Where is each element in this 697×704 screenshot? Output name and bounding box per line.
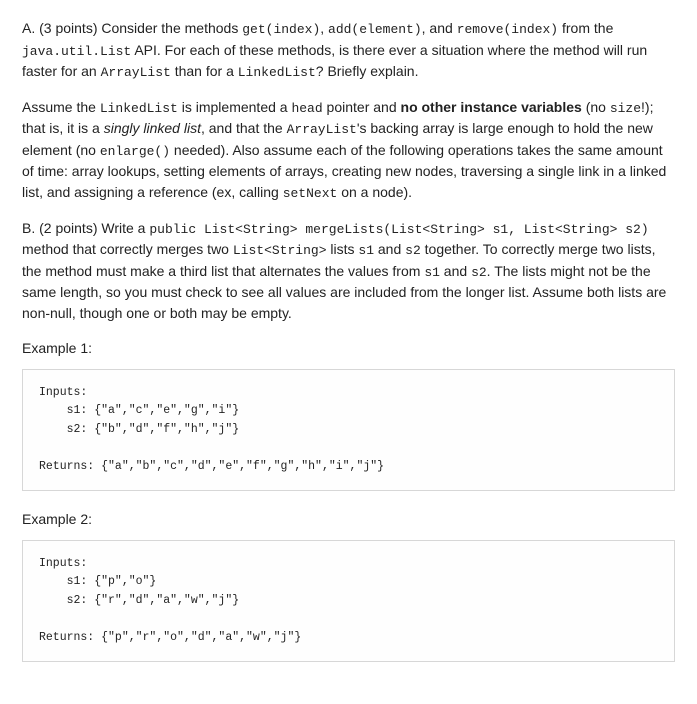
text: pointer and [323, 99, 401, 115]
code-linkedlist: LinkedList [238, 65, 316, 80]
code-head: head [291, 101, 322, 116]
text: and [440, 263, 471, 279]
text: method that correctly merges two [22, 241, 233, 257]
example-1-code: Inputs: s1: {"a","c","e","g","i"} s2: {"… [22, 369, 675, 491]
code-size: size [610, 101, 641, 116]
example-2-label: Example 2: [22, 509, 675, 530]
text: , and [422, 20, 457, 36]
example-2-code: Inputs: s1: {"p","o"} s2: {"r","d","a","… [22, 540, 675, 662]
text: Assume the [22, 99, 100, 115]
code-s2: s2 [471, 265, 487, 280]
part-a-paragraph-2: Assume the LinkedList is implemented a h… [22, 97, 675, 204]
code-enlarge: enlarge() [100, 144, 170, 159]
code-api: java.util.List [22, 44, 131, 59]
text: (no [582, 99, 610, 115]
bold-no-other-vars: no other instance variables [401, 99, 582, 115]
text: , and that the [201, 120, 287, 136]
text: and [374, 241, 405, 257]
part-a-paragraph-1: A. (3 points) Consider the methods get(i… [22, 18, 675, 83]
italic-singly-linked: singly linked list [104, 120, 201, 136]
example-1-label: Example 1: [22, 338, 675, 359]
part-b-paragraph: B. (2 points) Write a public List<String… [22, 218, 675, 325]
code-s1: s1 [358, 243, 374, 258]
text: on a node). [337, 184, 412, 200]
code-setnext: setNext [283, 186, 338, 201]
code-s2: s2 [405, 243, 421, 258]
text: lists [327, 241, 359, 257]
code-remove: remove(index) [457, 22, 558, 37]
code-arraylist: ArrayList [287, 122, 357, 137]
code-arraylist: ArrayList [101, 65, 171, 80]
text: than for a [171, 63, 238, 79]
text: , [320, 20, 328, 36]
code-s1: s1 [424, 265, 440, 280]
text: from the [558, 20, 613, 36]
code-list-string: List<String> [233, 243, 327, 258]
code-add: add(element) [328, 22, 422, 37]
text: ? Briefly explain. [316, 63, 419, 79]
text: is implemented a [178, 99, 292, 115]
code-method-sig: public List<String> mergeLists(List<Stri… [149, 222, 648, 237]
text: A. (3 points) Consider the methods [22, 20, 242, 36]
code-get: get(index) [242, 22, 320, 37]
code-linkedlist: LinkedList [100, 101, 178, 116]
text: B. (2 points) Write a [22, 220, 149, 236]
